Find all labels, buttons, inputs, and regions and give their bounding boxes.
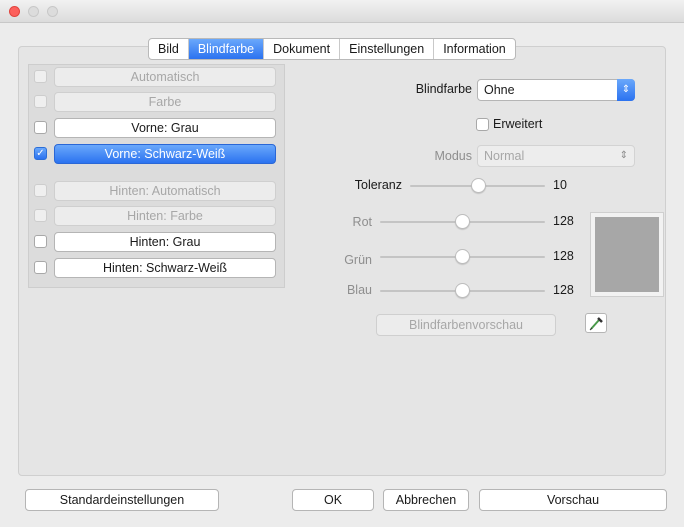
title-bar — [0, 0, 684, 23]
list-checkbox[interactable] — [34, 121, 47, 134]
list-checkbox — [34, 70, 47, 83]
eyedropper-icon — [589, 317, 603, 331]
tab-blindfarbe[interactable]: Blindfarbe — [188, 39, 265, 59]
minimize-window-button[interactable] — [28, 6, 39, 17]
erweitert-label: Erweitert — [493, 117, 543, 131]
tab-information[interactable]: Information — [434, 39, 515, 59]
eyedropper-button[interactable] — [585, 313, 607, 333]
list-item-button: Hinten: Farbe — [54, 206, 276, 226]
blindfarbe-select[interactable]: Ohne ⇕ — [477, 79, 635, 101]
blau-value: 128 — [553, 283, 574, 297]
blindfarbenvorschau-button: Blindfarbenvorschau — [376, 314, 556, 336]
blindfarbe-value: Ohne — [484, 83, 515, 97]
list-checkbox — [34, 209, 47, 222]
list-checkbox[interactable] — [34, 261, 47, 274]
vorschau-button[interactable]: Vorschau — [479, 489, 667, 511]
zoom-window-button[interactable] — [47, 6, 58, 17]
list-item-button[interactable]: Hinten: Grau — [54, 232, 276, 252]
list-item-button[interactable]: Vorne: Schwarz-Weiß — [54, 144, 276, 164]
list-checkbox[interactable]: ✓ — [34, 147, 47, 160]
list-item-button: Farbe — [54, 92, 276, 112]
tab-dokument[interactable]: Dokument — [264, 39, 341, 59]
modus-value: Normal — [484, 149, 525, 163]
updown-icon: ⇕ — [619, 150, 628, 161]
close-window-button[interactable] — [9, 6, 20, 17]
blindfarbe-label: Blindfarbe — [415, 82, 472, 96]
updown-icon: ⇕ — [617, 79, 635, 101]
list-checkbox — [34, 95, 47, 108]
abbrechen-button[interactable]: Abbrechen — [383, 489, 469, 511]
list-item-button[interactable]: Hinten: Schwarz-Weiß — [54, 258, 276, 278]
list-checkbox[interactable] — [34, 235, 47, 248]
list-checkbox — [34, 184, 47, 197]
tab-bar: Bild Blindfarbe Dokument Einstellungen I… — [148, 38, 516, 60]
rot-value: 128 — [553, 214, 574, 228]
blau-slider-knob[interactable] — [455, 283, 470, 298]
modus-label: Modus — [434, 149, 472, 163]
tab-einstellungen[interactable]: Einstellungen — [340, 39, 435, 59]
gruen-slider-knob[interactable] — [455, 249, 470, 264]
erweitert-checkbox[interactable] — [476, 118, 489, 131]
tab-bild[interactable]: Bild — [149, 39, 189, 59]
list-item-button[interactable]: Vorne: Grau — [54, 118, 276, 138]
modus-select: Normal ⇕ — [477, 145, 635, 167]
gruen-label: Grün — [344, 253, 372, 267]
toleranz-value: 10 — [553, 178, 567, 192]
list-item-button: Hinten: Automatisch — [54, 181, 276, 201]
list-item-button: Automatisch — [54, 67, 276, 87]
rot-label: Rot — [352, 215, 372, 229]
toleranz-label: Toleranz — [354, 178, 402, 192]
rot-slider-knob[interactable] — [455, 214, 470, 229]
toleranz-slider-knob[interactable] — [471, 178, 486, 193]
standardeinstellungen-button[interactable]: Standardeinstellungen — [25, 489, 219, 511]
ok-button[interactable]: OK — [292, 489, 374, 511]
gruen-value: 128 — [553, 249, 574, 263]
blau-label: Blau — [346, 283, 372, 297]
color-preview-swatch — [590, 212, 664, 297]
